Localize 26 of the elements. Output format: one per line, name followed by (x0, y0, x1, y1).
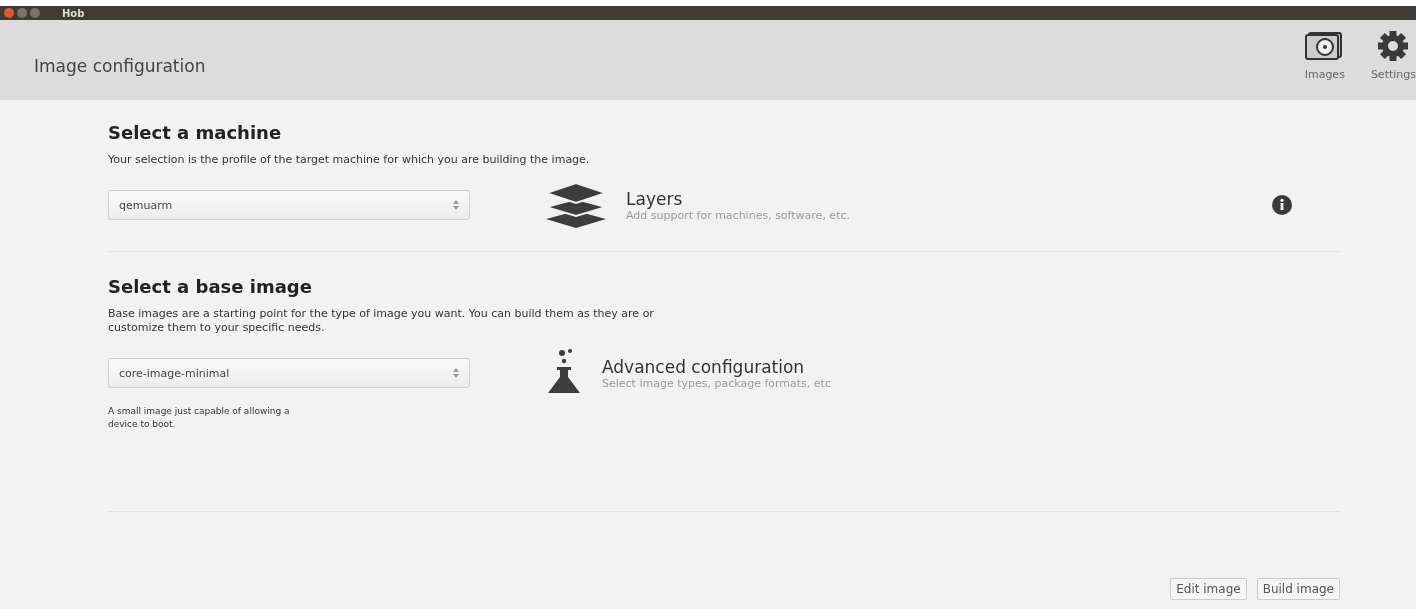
base-image-dropdown[interactable]: core-image-minimal (108, 358, 470, 388)
maximize-button[interactable] (30, 8, 40, 18)
layers-link[interactable]: Layers (626, 188, 850, 209)
advanced-configuration-link[interactable]: Advanced configuration (602, 356, 831, 377)
images-button[interactable]: Images (1304, 30, 1345, 81)
layers-subtitle: Add support for machines, software, etc. (626, 208, 850, 222)
edit-image-button[interactable]: Edit image (1170, 578, 1247, 600)
section-description: Your selection is the profile of the target machine for which you are building the image. (108, 153, 591, 167)
settings-button[interactable]: Settings (1370, 30, 1416, 81)
hard-drive-icon (1304, 30, 1345, 62)
machine-dropdown[interactable]: qemuarm (108, 190, 470, 220)
image-description: A small image just capable of allowing a device to boot. (108, 405, 291, 431)
minimize-button[interactable] (17, 8, 27, 18)
advanced-configuration-subtitle: Select image types, package formats, etc (602, 376, 831, 390)
close-button[interactable] (4, 8, 14, 18)
layers-icon[interactable] (544, 181, 608, 229)
window-title: Hob (62, 7, 85, 19)
section-heading: Select a machine (108, 122, 283, 143)
info-icon[interactable] (1272, 195, 1292, 215)
spinner-icon (453, 200, 459, 210)
settings-icon (1376, 30, 1411, 62)
spinner-icon (453, 368, 459, 378)
build-image-button[interactable]: Build image (1256, 578, 1340, 600)
section-description: Base images are a starting point for the type of image you want. You can build them as they are or customize them to your specific needs. (108, 307, 655, 335)
section-heading: Select a base image (108, 276, 313, 297)
page-title: Image configuration (34, 56, 206, 76)
